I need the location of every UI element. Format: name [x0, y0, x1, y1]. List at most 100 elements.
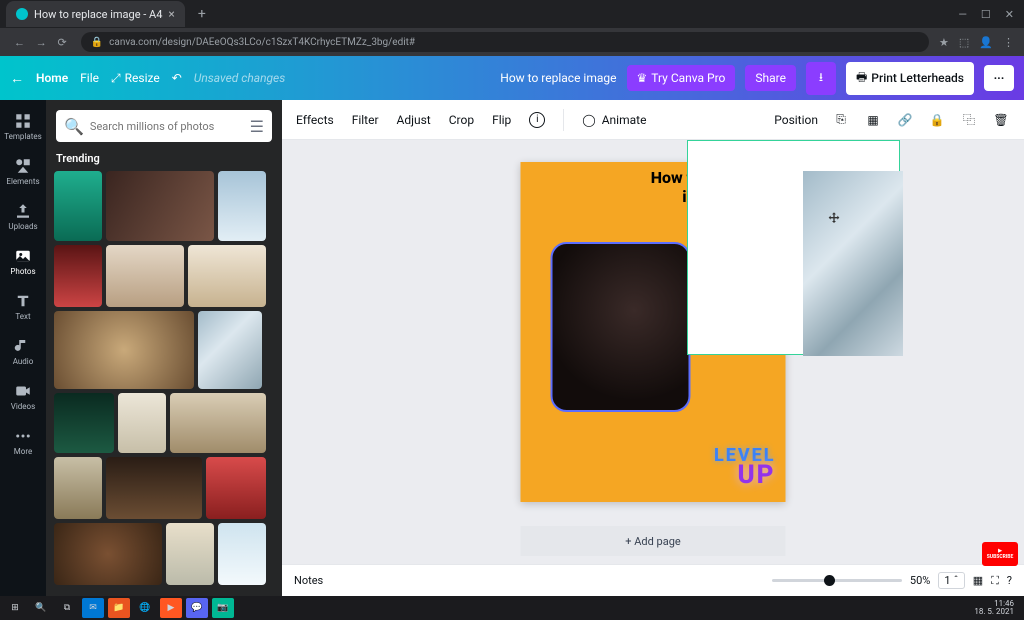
info-icon[interactable]: i	[529, 112, 545, 128]
photo-thumb[interactable]	[106, 457, 202, 519]
photo-thumb[interactable]	[54, 245, 102, 307]
download-button[interactable]: ⭳	[806, 62, 836, 95]
search-input[interactable]	[90, 120, 244, 133]
rail-elements[interactable]: Elements	[0, 151, 46, 192]
bottom-bar: Notes 50% 1 ˆ ▦ ⛶ ?	[282, 564, 1024, 596]
dragged-photo	[803, 171, 903, 356]
browser-tab[interactable]: How to replace image - A4 ×	[6, 1, 185, 27]
rail-uploads[interactable]: Uploads	[0, 196, 46, 237]
trending-heading: Trending	[46, 152, 282, 171]
windows-taskbar: ⊞ 🔍 ⧉ ✉ 📁 🌐 ▶ 💬 📷 11:46 18. 5. 2021	[0, 596, 1024, 620]
audio-icon	[14, 337, 32, 355]
menu-icon[interactable]: ⋮	[1003, 36, 1014, 49]
photo-thumb[interactable]	[118, 393, 166, 453]
search-taskbar-icon[interactable]: 🔍	[30, 598, 52, 618]
editor-main: Effects Filter Adjust Crop Flip i ◯ Anim…	[282, 100, 1024, 596]
resize-icon: ⤢	[111, 71, 121, 86]
home-button[interactable]: Home	[36, 71, 68, 85]
level-up-text[interactable]: LEVEL UP	[714, 445, 776, 490]
taskbar-app[interactable]: 📷	[212, 598, 234, 618]
extension-icon[interactable]: ★	[939, 36, 949, 49]
animate-button[interactable]: ◯ Animate	[582, 113, 646, 127]
rail-more[interactable]: More	[0, 421, 46, 462]
rail-videos[interactable]: Videos	[0, 376, 46, 417]
photos-panel: 🔍 ☰ Trending	[46, 100, 282, 596]
file-menu[interactable]: File	[80, 71, 99, 85]
system-clock[interactable]: 11:46 18. 5. 2021	[974, 600, 1020, 616]
task-view-icon[interactable]: ⧉	[56, 598, 78, 618]
back-arrow-icon[interactable]: ←	[10, 70, 24, 87]
taskbar-app[interactable]: ✉	[82, 598, 104, 618]
add-page-button[interactable]: + Add page	[521, 526, 786, 556]
minimize-icon[interactable]: —	[958, 8, 967, 21]
share-button[interactable]: Share	[745, 65, 796, 91]
reload-icon[interactable]: ⟳	[53, 36, 70, 49]
effects-button[interactable]: Effects	[296, 113, 334, 127]
photo-thumb[interactable]	[188, 245, 266, 307]
animate-icon: ◯	[582, 113, 595, 127]
more-button[interactable]: ···	[984, 65, 1014, 91]
link-icon[interactable]: 🔗	[896, 111, 914, 129]
undo-icon[interactable]: ↶	[172, 71, 182, 85]
zoom-knob[interactable]	[824, 575, 835, 586]
profile-icon[interactable]: 👤	[979, 36, 993, 49]
rail-text[interactable]: Text	[0, 286, 46, 327]
photo-search[interactable]: 🔍 ☰	[56, 110, 272, 142]
start-button[interactable]: ⊞	[4, 598, 26, 618]
rail-audio[interactable]: Audio	[0, 331, 46, 372]
extension-icon[interactable]: ⬚	[959, 36, 969, 49]
transparency-icon[interactable]: ▦	[864, 111, 882, 129]
photo-thumb[interactable]	[106, 171, 214, 241]
photo-thumb[interactable]	[206, 457, 266, 519]
photo-thumb[interactable]	[54, 311, 194, 389]
date: 18. 5. 2021	[974, 608, 1014, 616]
position-button[interactable]: Position	[774, 113, 818, 127]
rail-templates[interactable]: Templates	[0, 106, 46, 147]
rail-label: Photos	[10, 267, 35, 276]
print-button[interactable]: 🖶 Print Letterheads	[846, 62, 974, 95]
taskbar-app[interactable]: 📁	[108, 598, 130, 618]
copy-style-icon[interactable]: ⎘	[832, 111, 850, 129]
subscribe-label: SUBSCRIBE	[987, 554, 1014, 560]
back-icon[interactable]: ←	[10, 36, 29, 49]
lock-icon[interactable]: 🔒	[928, 111, 946, 129]
crop-button[interactable]: Crop	[449, 113, 474, 127]
dragging-image[interactable]	[687, 140, 900, 355]
tab-favicon	[16, 8, 28, 20]
zoom-slider[interactable]	[772, 579, 902, 582]
photo-thumb[interactable]	[170, 393, 266, 453]
flip-button[interactable]: Flip	[492, 113, 511, 127]
try-pro-button[interactable]: ♛ Try Canva Pro	[627, 65, 736, 91]
photo-frame[interactable]	[551, 242, 691, 412]
filter-button[interactable]: Filter	[352, 113, 379, 127]
resize-button[interactable]: ⤢ Resize	[111, 71, 160, 86]
taskbar-app[interactable]: 💬	[186, 598, 208, 618]
taskbar-chrome[interactable]: 🌐	[134, 598, 156, 618]
taskbar-app[interactable]: ▶	[160, 598, 182, 618]
maximize-icon[interactable]: ☐	[981, 8, 991, 21]
photo-thumb[interactable]	[54, 457, 102, 519]
photo-thumb[interactable]	[198, 311, 262, 389]
tab-title: How to replace image - A4	[34, 8, 162, 21]
canvas-area[interactable]: ⿻ ⤴ How to replace image LEVEL UP + Add …	[282, 140, 1024, 564]
close-window-icon[interactable]: ✕	[1005, 8, 1014, 21]
photo-thumb[interactable]	[106, 245, 184, 307]
new-tab-button[interactable]: +	[191, 3, 213, 25]
adjust-button[interactable]: Adjust	[397, 113, 431, 127]
photo-thumb[interactable]	[54, 171, 102, 241]
photo-thumb[interactable]	[218, 171, 266, 241]
close-icon[interactable]: ×	[168, 7, 174, 21]
page-counter[interactable]: 1 ˆ	[938, 572, 964, 589]
rail-photos[interactable]: Photos	[0, 241, 46, 282]
duplicate-icon[interactable]: ⿻	[960, 111, 978, 129]
delete-icon[interactable]: 🗑	[992, 111, 1010, 129]
address-field[interactable]: 🔒 canva.com/design/DAEeOQs3LCo/c1SzxT4KC…	[81, 32, 929, 52]
browser-titlebar: How to replace image - A4 × + — ☐ ✕	[0, 0, 1024, 28]
photo-thumb[interactable]	[54, 393, 114, 453]
rail-label: Text	[15, 312, 30, 321]
resize-label: Resize	[125, 71, 160, 85]
subscribe-badge[interactable]: ▶ SUBSCRIBE	[982, 542, 1018, 566]
filter-icon[interactable]: ☰	[250, 117, 264, 136]
document-title[interactable]: How to replace image	[500, 71, 616, 85]
forward-icon[interactable]: →	[32, 36, 51, 49]
